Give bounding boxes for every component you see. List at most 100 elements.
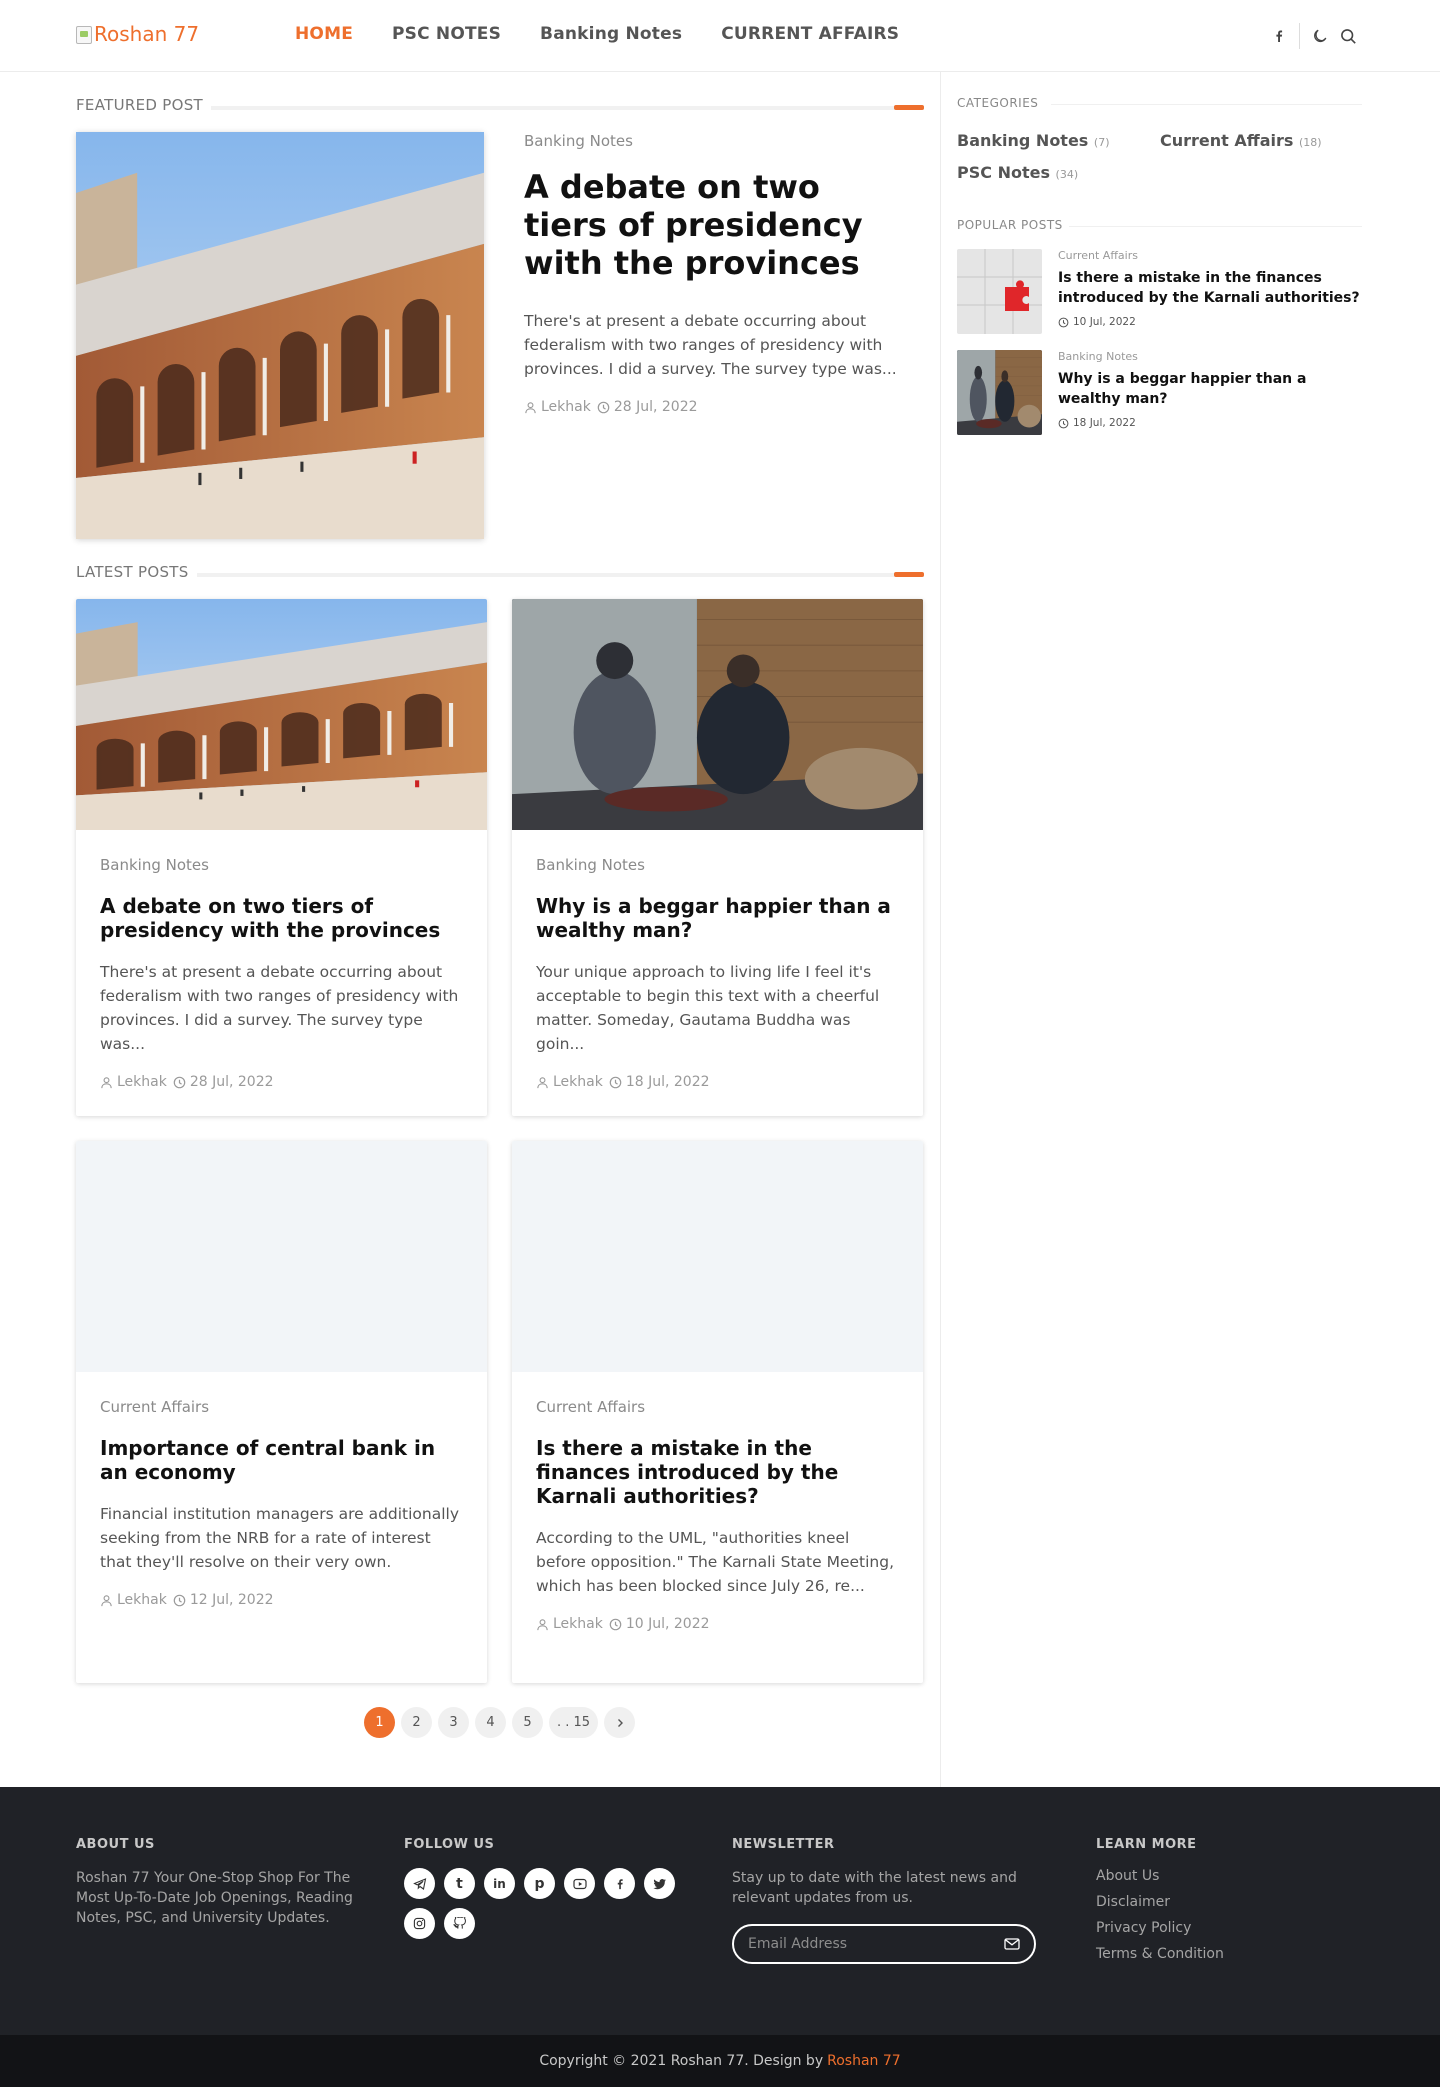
post-category[interactable]: Current Affairs (536, 1398, 899, 1416)
clock-icon (173, 1076, 186, 1089)
footer-link-disclaimer[interactable]: Disclaimer (1096, 1894, 1224, 1910)
twitter-icon[interactable] (644, 1868, 675, 1899)
page-link-2[interactable]: 2 (401, 1707, 432, 1738)
newsletter-text: Stay up to date with the latest news and… (732, 1870, 1017, 1906)
github-icon[interactable] (444, 1908, 475, 1939)
nav-item-home[interactable]: HOME (295, 24, 353, 44)
latest-heading-text: LATEST POSTS (76, 563, 197, 581)
post-card: Banking Notes Why is a beggar happier th… (512, 599, 923, 1116)
post-card: Banking Notes A debate on two tiers of p… (76, 599, 487, 1116)
post-author[interactable]: Lekhak (117, 1074, 167, 1090)
main-nav: HOME PSC NOTES Banking Notes CURRENT AFF… (295, 24, 899, 44)
user-icon (100, 1076, 113, 1089)
latest-heading: LATEST POSTS (76, 563, 924, 583)
featured-post: Banking Notes A debate on two tiers of p… (524, 132, 904, 415)
about-text: Roshan 77 Your One-Stop Shop For The Mos… (76, 1870, 353, 1926)
post-excerpt: Your unique approach to living life I fe… (536, 963, 880, 1053)
page-link-last[interactable]: . . 15 (549, 1707, 599, 1738)
page-link-3[interactable]: 3 (438, 1707, 469, 1738)
post-thumbnail[interactable] (76, 599, 487, 830)
featured-title[interactable]: A debate on two tiers of presidency with… (524, 168, 904, 282)
page-link-5[interactable]: 5 (512, 1707, 543, 1738)
nav-item-current-affairs[interactable]: CURRENT AFFAIRS (721, 24, 899, 44)
footer-link-terms[interactable]: Terms & Condition (1096, 1946, 1224, 1962)
nav-item-banking-notes[interactable]: Banking Notes (540, 24, 682, 44)
categories-title-text: CATEGORIES (957, 96, 1039, 110)
footer-link-about-us[interactable]: About Us (1096, 1868, 1224, 1884)
post-meta: Lekhak 28 Jul, 2022 (100, 1074, 463, 1090)
email-field[interactable] (748, 1936, 988, 1952)
post-category[interactable]: Current Affairs (100, 1398, 463, 1416)
pinterest-icon[interactable]: p (524, 1868, 555, 1899)
footer-follow: FOLLOW US t in p (404, 1837, 694, 1939)
featured-heading-text: FEATURED POST (76, 96, 211, 114)
post-thumbnail[interactable] (76, 1141, 487, 1372)
post-author[interactable]: Lekhak (117, 1592, 167, 1608)
heading-accent (894, 572, 924, 577)
site-footer: ABOUT US Roshan 77 Your One-Stop Shop Fo… (0, 1787, 1440, 2035)
popular-post-thumbnail[interactable] (957, 350, 1042, 435)
category-name: Current Affairs (1160, 131, 1294, 150)
post-title[interactable]: Importance of central bank in an economy (100, 1436, 463, 1484)
footer-heading: NEWSLETTER (732, 1837, 835, 1852)
clock-icon (609, 1618, 622, 1631)
featured-image[interactable] (76, 132, 484, 539)
search-icon[interactable] (1334, 22, 1362, 50)
clock-icon (597, 401, 610, 414)
youtube-icon[interactable] (564, 1868, 595, 1899)
popular-post-category[interactable]: Current Affairs (1058, 249, 1362, 262)
post-thumbnail[interactable] (512, 599, 923, 830)
sidebar-divider (940, 72, 941, 1787)
category-item[interactable]: Banking Notes (7) (957, 131, 1110, 150)
moon-icon[interactable] (1306, 22, 1334, 50)
copyright-text: Copyright © 2021 Roshan 77. Design by (539, 2053, 824, 2069)
post-category[interactable]: Banking Notes (536, 856, 899, 874)
newsletter-form (732, 1924, 1036, 1964)
category-name: PSC Notes (957, 163, 1050, 182)
telegram-icon[interactable] (404, 1868, 435, 1899)
footer-learn-more: LEARN MORE About Us Disclaimer Privacy P… (1096, 1837, 1224, 1972)
popular-post-title[interactable]: Why is a beggar happier than a wealthy m… (1058, 369, 1362, 409)
page-link-1[interactable]: 1 (364, 1707, 395, 1738)
category-item[interactable]: Current Affairs (18) (1160, 131, 1322, 150)
header-divider (1299, 23, 1300, 49)
footer-link-privacy-policy[interactable]: Privacy Policy (1096, 1920, 1224, 1936)
header-icons (1265, 22, 1362, 50)
post-title[interactable]: A debate on two tiers of presidency with… (100, 894, 463, 942)
pagination: 1 2 3 4 5 . . 15 (364, 1707, 636, 1738)
category-item[interactable]: PSC Notes (34) (957, 163, 1078, 182)
page-link-4[interactable]: 4 (475, 1707, 506, 1738)
post-meta: Lekhak 12 Jul, 2022 (100, 1592, 463, 1608)
post-category[interactable]: Banking Notes (524, 132, 904, 150)
post-author[interactable]: Lekhak (541, 399, 591, 415)
site-header: Roshan 77 HOME PSC NOTES Banking Notes C… (0, 0, 1440, 72)
post-card: Current Affairs Importance of central ba… (76, 1141, 487, 1683)
popular-post-category[interactable]: Banking Notes (1058, 350, 1362, 363)
copyright-bar: Copyright © 2021 Roshan 77. Design by Ro… (0, 2035, 1440, 2087)
clock-icon (173, 1594, 186, 1607)
next-page-button[interactable] (604, 1707, 636, 1738)
logo-alt-text: Roshan 77 (94, 22, 200, 46)
post-author[interactable]: Lekhak (553, 1074, 603, 1090)
tumblr-icon[interactable]: t (444, 1868, 475, 1899)
nav-item-psc-notes[interactable]: PSC NOTES (392, 24, 501, 44)
clock-icon (1058, 317, 1069, 328)
category-count: (18) (1299, 136, 1322, 149)
designer-link[interactable]: Roshan 77 (827, 2053, 901, 2069)
popular-post-thumbnail[interactable] (957, 249, 1042, 334)
post-thumbnail[interactable] (512, 1141, 923, 1372)
linkedin-icon[interactable]: in (484, 1868, 515, 1899)
facebook-icon[interactable] (1265, 22, 1293, 50)
heading-rule (76, 573, 924, 577)
instagram-icon[interactable] (404, 1908, 435, 1939)
footer-heading: LEARN MORE (1096, 1837, 1197, 1852)
post-title[interactable]: Why is a beggar happier than a wealthy m… (536, 894, 899, 942)
facebook-icon[interactable] (604, 1868, 635, 1899)
popular-post-title[interactable]: Is there a mistake in the finances intro… (1058, 268, 1362, 308)
site-logo[interactable]: Roshan 77 (76, 22, 199, 46)
post-title[interactable]: Is there a mistake in the finances intro… (536, 1436, 899, 1508)
mail-icon[interactable] (1004, 1935, 1020, 1954)
post-author[interactable]: Lekhak (553, 1616, 603, 1632)
post-category[interactable]: Banking Notes (100, 856, 463, 874)
post-excerpt: Financial institution managers are addit… (100, 1505, 460, 1571)
